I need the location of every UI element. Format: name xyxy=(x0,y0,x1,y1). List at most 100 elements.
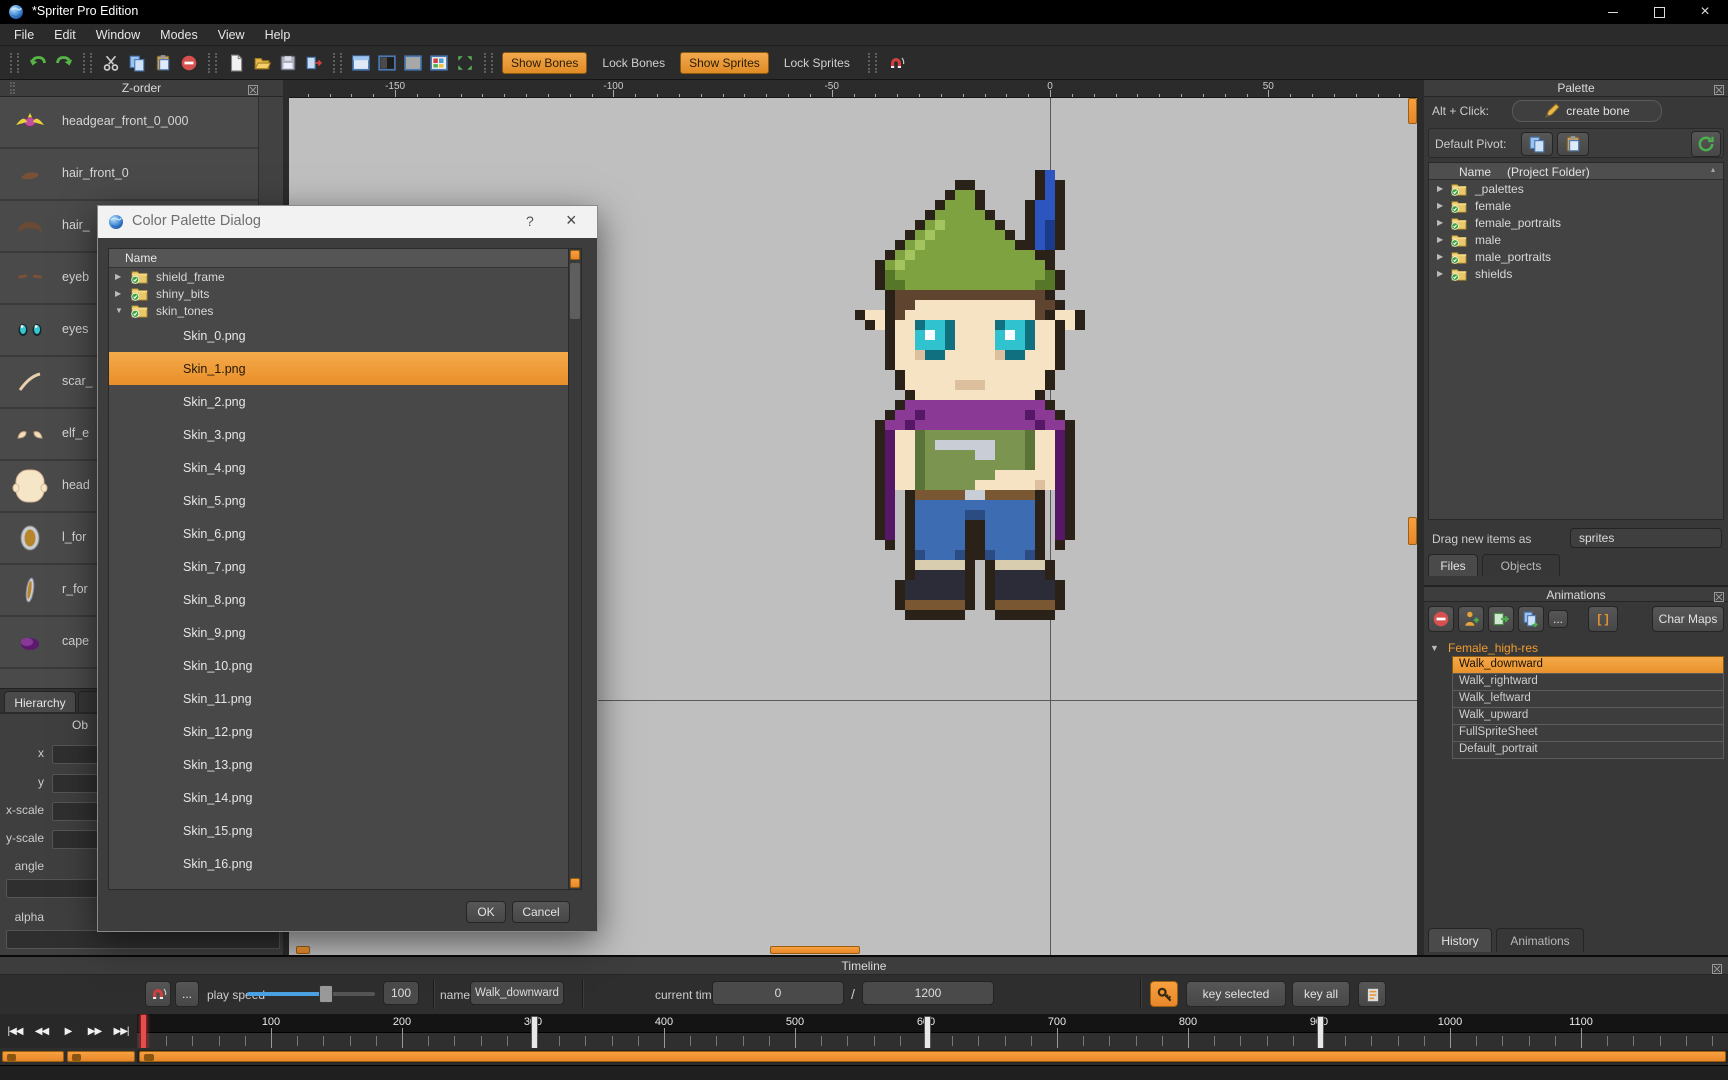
keyframe-marker[interactable] xyxy=(531,1016,538,1048)
new-file-button[interactable] xyxy=(223,50,249,76)
skin-item-skin_5[interactable]: Skin_5.png xyxy=(109,484,581,517)
project-folder-_palettes[interactable]: ▶_palettes xyxy=(1429,180,1723,197)
current-time-input[interactable]: 0 xyxy=(712,981,844,1005)
corner-scrollbar-2[interactable] xyxy=(67,1051,135,1062)
project-tree-header[interactable]: Name (Project Folder) ▴ xyxy=(1429,163,1723,180)
expand-arrow-icon[interactable]: ▶ xyxy=(1437,184,1447,193)
show-bones-toggle[interactable]: Show Bones xyxy=(502,52,587,74)
undo-button[interactable] xyxy=(25,50,51,76)
skin-item-skin_14[interactable]: Skin_14.png xyxy=(109,781,581,814)
animation-item-fullspritesheet[interactable]: FullSpriteSheet xyxy=(1452,724,1724,742)
animation-item-walk_leftward[interactable]: Walk_leftward xyxy=(1452,690,1724,708)
animations-detach-icon[interactable] xyxy=(1714,590,1724,607)
view-dark-button[interactable] xyxy=(374,50,400,76)
menu-view[interactable]: View xyxy=(208,24,255,46)
dialog-close-button[interactable]: × xyxy=(566,210,577,231)
toolbar-group-handle[interactable] xyxy=(333,53,342,73)
view-grey-button[interactable] xyxy=(400,50,426,76)
key-options-button[interactable] xyxy=(1358,981,1386,1007)
skin-item-skin_12[interactable]: Skin_12.png xyxy=(109,715,581,748)
toolbar-group-handle[interactable] xyxy=(208,53,217,73)
skin-item-skin_11[interactable]: Skin_11.png xyxy=(109,682,581,715)
refresh-button[interactable] xyxy=(1691,131,1721,157)
close-button[interactable]: × xyxy=(1682,0,1728,24)
expand-arrow-icon[interactable]: ▶ xyxy=(1437,218,1447,227)
tab-history[interactable]: History xyxy=(1428,928,1492,952)
expand-arrow-icon[interactable]: ▶ xyxy=(1437,235,1447,244)
animation-group-row[interactable]: ▼ Female_high-res xyxy=(1424,640,1728,656)
property-input-alpha[interactable] xyxy=(6,930,280,949)
z-order-item[interactable]: headgear_front_0_000 xyxy=(0,97,258,149)
corner-scrollbar-1[interactable] xyxy=(2,1051,64,1062)
timeline-detach-icon[interactable] xyxy=(1712,961,1722,979)
menu-modes[interactable]: Modes xyxy=(150,24,208,46)
tab-files[interactable]: Files xyxy=(1428,554,1478,576)
expand-arrow-icon[interactable]: ▶ xyxy=(1437,201,1447,210)
pivot-copy-button[interactable] xyxy=(1521,132,1553,156)
scroll-up-button[interactable] xyxy=(570,250,580,260)
menu-file[interactable]: File xyxy=(4,24,44,46)
create-bone-button[interactable]: create bone xyxy=(1512,100,1662,122)
skin-item-skin_2[interactable]: Skin_2.png xyxy=(109,385,581,418)
add-character-button[interactable] xyxy=(1458,606,1484,632)
play-speed-slider[interactable] xyxy=(247,992,375,996)
timeline-ruler[interactable]: 10020030040050060070080090010001100 xyxy=(137,1014,1728,1048)
dialog-list-header[interactable]: Name xyxy=(109,249,581,268)
next-frame-button[interactable]: ▶▶ xyxy=(82,1016,108,1046)
skin-item-partial[interactable] xyxy=(109,880,581,890)
canvas-vscroll-top-handle[interactable] xyxy=(1408,98,1417,124)
key-all-button[interactable]: key all xyxy=(1292,981,1350,1007)
duration-input[interactable]: 1200 xyxy=(862,981,994,1005)
project-folder-female[interactable]: ▶female xyxy=(1429,197,1723,214)
tab-objects[interactable]: Objects xyxy=(1482,554,1560,576)
canvas-hscroll-handle[interactable] xyxy=(770,946,860,954)
dialog-titlebar[interactable]: Color Palette Dialog ? × xyxy=(98,206,597,238)
dialog-folder-shiny_bits[interactable]: ▶shiny_bits xyxy=(109,285,581,302)
expand-arrow-icon[interactable]: ▶ xyxy=(1437,269,1447,278)
delete-animation-button[interactable] xyxy=(1428,606,1454,632)
resize-animation-button[interactable]: [ ] xyxy=(1588,606,1618,632)
cut-button[interactable] xyxy=(98,50,124,76)
toolbar-group-handle[interactable] xyxy=(10,53,19,73)
menu-help[interactable]: Help xyxy=(255,24,301,46)
animation-item-walk_rightward[interactable]: Walk_rightward xyxy=(1452,673,1724,691)
menu-window[interactable]: Window xyxy=(86,24,150,46)
project-folder-male_portraits[interactable]: ▶male_portraits xyxy=(1429,248,1723,265)
dialog-folder-shield_frame[interactable]: ▶shield_frame xyxy=(109,268,581,285)
char-maps-button[interactable]: Char Maps xyxy=(1652,606,1724,632)
playhead[interactable] xyxy=(140,1014,147,1048)
key-button[interactable] xyxy=(1150,981,1178,1007)
previous-frame-button[interactable]: ◀◀ xyxy=(29,1016,55,1046)
canvas-hscroll-left-handle[interactable] xyxy=(296,946,310,954)
skin-item-skin_15[interactable]: Skin_15.png xyxy=(109,814,581,847)
go-to-end-button[interactable]: ▶▶| xyxy=(108,1016,134,1046)
play-speed-value-box[interactable]: 100 xyxy=(383,981,419,1005)
maximize-button[interactable] xyxy=(1636,0,1682,24)
animation-item-walk_downward[interactable]: Walk_downward xyxy=(1452,656,1724,674)
project-folder-male[interactable]: ▶male xyxy=(1429,231,1723,248)
expand-arrow-icon[interactable]: ▶ xyxy=(115,272,125,281)
magnet-rotate-button[interactable] xyxy=(883,50,909,76)
dialog-scrollbar[interactable] xyxy=(568,249,581,889)
view-color-button[interactable] xyxy=(426,50,452,76)
toolbar-group-handle[interactable] xyxy=(484,53,493,73)
lock-sprites-toggle[interactable]: Lock Sprites xyxy=(775,52,859,74)
right-splitter[interactable] xyxy=(1417,80,1424,955)
skin-item-skin_1[interactable]: Skin_1.png xyxy=(109,352,581,385)
expand-arrow-icon[interactable]: ▶ xyxy=(115,289,125,298)
keyframe-marker[interactable] xyxy=(924,1016,931,1048)
dialog-cancel-button[interactable]: Cancel xyxy=(512,901,570,923)
skin-item-skin_4[interactable]: Skin_4.png xyxy=(109,451,581,484)
expand-arrow-icon[interactable]: ▶ xyxy=(1437,252,1447,261)
animation-item-walk_upward[interactable]: Walk_upward xyxy=(1452,707,1724,725)
lock-bones-toggle[interactable]: Lock Bones xyxy=(593,52,674,74)
dialog-help-button[interactable]: ? xyxy=(526,213,534,229)
view-light-button[interactable] xyxy=(348,50,374,76)
copy-button[interactable] xyxy=(124,50,150,76)
timeline-more-button[interactable]: ... xyxy=(175,981,199,1007)
timeline-scrollbar[interactable] xyxy=(139,1051,1726,1062)
skin-item-skin_7[interactable]: Skin_7.png xyxy=(109,550,581,583)
tab-animations[interactable]: Animations xyxy=(1496,928,1584,952)
show-sprites-toggle[interactable]: Show Sprites xyxy=(680,52,769,74)
animation-more-button[interactable]: ... xyxy=(1548,610,1568,628)
